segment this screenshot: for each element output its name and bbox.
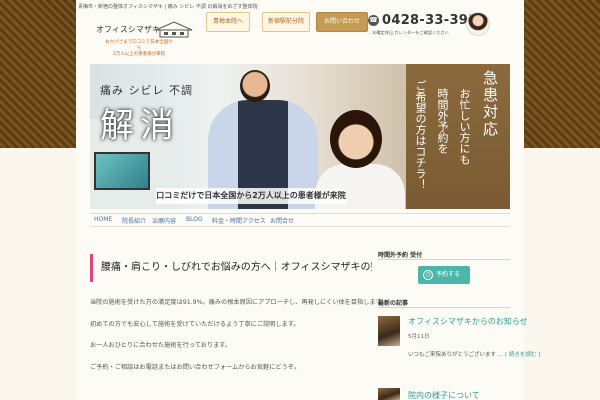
hero-caption: 口コミだけで日本全国から2万人以上の患者様が来院 (156, 188, 346, 204)
practitioner-head (240, 70, 270, 102)
post-excerpt-text: いつもご来院ありがとうございます … (408, 352, 504, 358)
nav-blog[interactable]: BLOG (186, 216, 203, 223)
paragraph-2: 初めての方でも安心して施術を受けていただけるよう丁寧にご説明します。 (90, 321, 300, 328)
recent-post-link[interactable]: オフィスシマザキからのお知らせ (408, 316, 528, 327)
nav-treatment[interactable]: 治療内容 (152, 216, 176, 225)
clock-icon: ◷ (423, 270, 433, 280)
reserve-button[interactable]: ◷ 予約する (418, 266, 470, 284)
recent-posts-title: 最新の記事 (378, 298, 510, 308)
monitor-image (94, 152, 150, 190)
post-thumbnail[interactable] (378, 388, 400, 400)
post-date: 5月11日 (408, 334, 430, 340)
hero-photo: 痛み シビレ 不調 解消 口コミだけで日本全国から2万人以上の患者様が来院 (90, 64, 406, 209)
logo-subtitle-line-1: おかげさまで口コミで日本全国から (105, 40, 173, 51)
after-hours-col-3: 時間外予約を (436, 88, 449, 154)
post-excerpt: いつもご来院ありがとうございます … [ 続きを読む ] (408, 350, 540, 358)
recent-post-link[interactable]: 院内の様子について (408, 390, 480, 400)
after-hours-banner[interactable]: 急患対応 お忙しい方にも 時間外予約を ご希望の方はコチラ！ (406, 64, 510, 209)
nav-about[interactable]: 院長紹介 (122, 216, 146, 225)
paragraph-3: お一人おひとりに合わせた施術を行っております。 (90, 342, 232, 349)
phone-icon: ☎ (368, 15, 379, 26)
nav-contact[interactable]: お問合せ (270, 216, 294, 225)
house-icon (155, 21, 193, 38)
hero-banner[interactable]: 痛み シビレ 不調 解消 口コミだけで日本全国から2万人以上の患者様が来院 急患… (90, 64, 510, 209)
background-lower-right (524, 148, 600, 400)
sidebar: 時間外予約 受付 ◷ 予約する 最新の記事 オフィスシマザキからのお知らせ 5月… (378, 250, 540, 400)
main-nav: HOME 院長紹介 治療内容 BLOG 料金・時間 アクセス お問合せ (90, 213, 510, 227)
after-hours-col-2: お忙しい方にも (458, 88, 471, 165)
ome-main-clinic-button[interactable]: 青梅本院へ (206, 12, 250, 32)
background-lower-left (0, 148, 76, 400)
logo-subtitle-line-2: 2万人以上の患者様が来院 (112, 52, 166, 57)
main-content: 腰痛・肩こり・しびれでお悩みの方へ｜オフィスシマザキの整体について 当院の施術を… (90, 242, 387, 392)
reserve-button-label: 予約する (436, 271, 461, 278)
nav-home[interactable]: HOME (94, 216, 112, 223)
site-tagline: 青梅市・新宿の整体オフィスシマザキ | 痛み シビレ 不調 の解消をめざす整体院 (78, 4, 258, 10)
site-logo[interactable]: オフィスシマザキ おかげさまで口コミで日本全国から 2万人以上の患者様が来院 (90, 18, 202, 58)
shinjuku-branch-button[interactable]: 新宿駅前分院 (262, 12, 310, 32)
logo-subtitle: おかげさまで口コミで日本全国から 2万人以上の患者様が来院 (104, 40, 174, 58)
after-hours-col-4: ご希望の方はコチラ！ (414, 80, 427, 190)
page-container: 青梅市・新宿の整体オフィスシマザキ | 痛み シビレ 不調 の解消をめざす整体院… (76, 0, 540, 400)
hero-symptom-tags: 痛み シビレ 不調 (100, 84, 193, 97)
read-more-link[interactable]: [ 続きを読む ] (505, 352, 540, 358)
reservation-widget-title: 時間外予約 受付 (378, 250, 510, 260)
patient-head (330, 110, 382, 168)
logo-text: オフィスシマザキ (96, 25, 160, 34)
contact-button[interactable]: お問い合わせ (316, 12, 368, 32)
staff-avatar (466, 12, 490, 36)
nav-access[interactable]: アクセス (242, 216, 266, 225)
post-thumbnail[interactable] (378, 316, 400, 346)
post-title: 腰痛・肩こり・しびれでお悩みの方へ｜オフィスシマザキの整体について (90, 254, 372, 282)
hero-headline: 解消 (100, 106, 180, 146)
nav-price[interactable]: 料金・時間 (212, 216, 242, 225)
phone-note: 水曜定休日,カレンダーをご確認ください (372, 30, 449, 35)
after-hours-col-1: 急患対応 (481, 70, 499, 138)
paragraph-1: 当院の施術を受けた方の満足度は91.9%。痛みの根本原因にアプローチし、再発しに… (90, 299, 388, 306)
paragraph-4: ご予約・ご相談はお電話またはお問い合わせフォームからお気軽にどうぞ。 (90, 364, 301, 371)
